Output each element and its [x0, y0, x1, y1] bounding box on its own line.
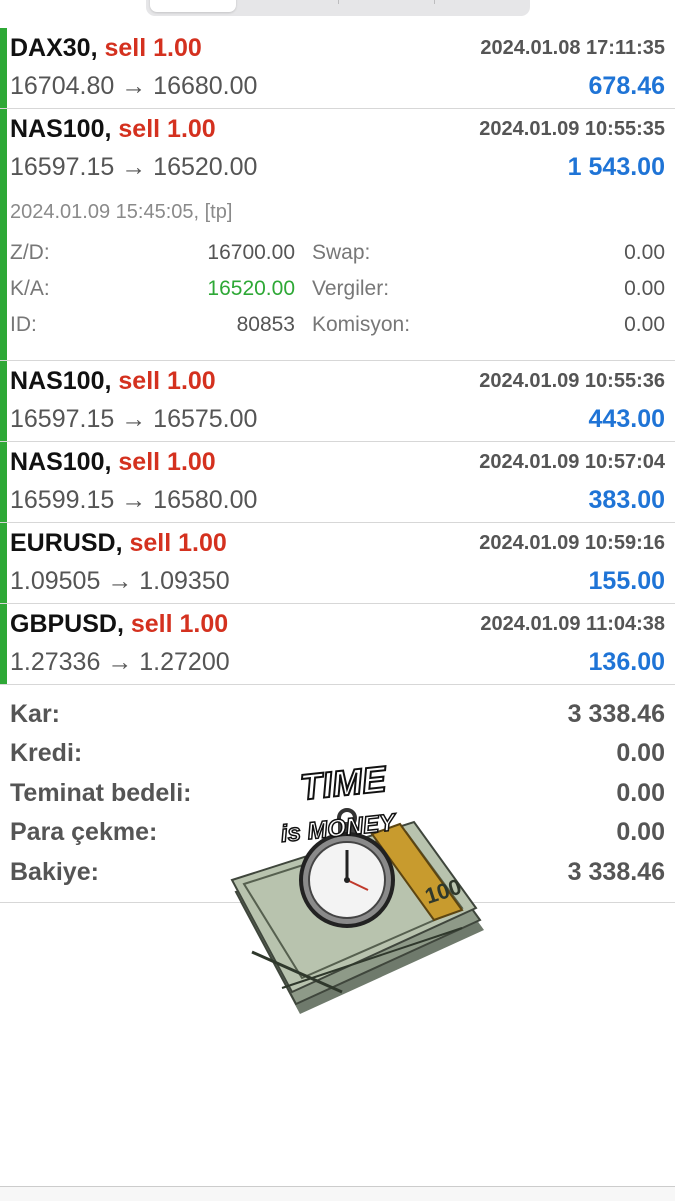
close-time: 2024.01.09 15:45:05, [tp]	[10, 201, 233, 223]
id-value: 80853	[236, 313, 295, 336]
trade-datetime: 2024.01.09 10:55:35	[479, 118, 665, 140]
position-indicator	[0, 442, 7, 522]
trade-prices: 16597.15 → 16520.00	[10, 153, 258, 181]
time-is-money-logo: TIME is MONEY	[279, 757, 399, 849]
summary-value: 0.00	[616, 739, 665, 767]
trade-symbol: EURUSD, sell 1.00	[10, 529, 227, 557]
trade-row[interactable]: GBPUSD, sell 1.00 2024.01.09 11:04:38 1.…	[0, 604, 675, 685]
summary-value: 3 338.46	[567, 700, 665, 728]
stop-loss-value: 16700.00	[207, 241, 295, 264]
position-indicator	[0, 604, 7, 684]
swap-value: 0.00	[624, 241, 665, 264]
trade-datetime: 2024.01.08 17:11:35	[480, 37, 665, 59]
trade-symbol: NAS100, sell 1.00	[10, 367, 216, 395]
trade-symbol: NAS100, sell 1.00	[10, 115, 216, 143]
trade-symbol: GBPUSD, sell 1.00	[10, 610, 229, 638]
position-indicator	[0, 28, 7, 108]
trade-datetime: 2024.01.09 10:55:36	[479, 370, 665, 392]
commission-value: 0.00	[624, 313, 665, 336]
summary-value: 3 338.46	[567, 858, 665, 886]
trade-datetime: 2024.01.09 10:59:16	[479, 532, 665, 554]
trade-row[interactable]: NAS100, sell 1.00 2024.01.09 10:55:36 16…	[0, 361, 675, 442]
taxes-label: Vergiler:	[312, 277, 390, 300]
swap-label: Swap:	[312, 241, 371, 264]
stop-loss-label: Z/D:	[10, 241, 50, 264]
trade-profit: 678.46	[588, 72, 665, 100]
trade-side: sell 1.00	[129, 529, 227, 557]
summary-label: Para çekme:	[10, 818, 158, 846]
summary-label: Kredi:	[10, 739, 83, 767]
trade-profit: 443.00	[588, 405, 665, 433]
trade-profit: 136.00	[588, 648, 665, 676]
trade-prices: 1.09505 → 1.09350	[10, 567, 230, 595]
trade-details: 2024.01.09 15:45:05, [tp] Z/D: 16700.00 …	[0, 190, 675, 360]
taxes-value: 0.00	[624, 277, 665, 300]
bottom-tab-bar[interactable]	[0, 1186, 675, 1201]
segment-divider	[338, 0, 339, 4]
trade-datetime: 2024.01.09 10:57:04	[479, 451, 665, 473]
time-is-money-sticker: 100 TIME is MONEY	[230, 757, 484, 1014]
trade-prices: 16597.15 → 16575.00	[10, 405, 258, 433]
segment-divider	[434, 0, 435, 4]
trade-profit: 1 543.00	[567, 153, 665, 181]
trade-row[interactable]: EURUSD, sell 1.00 2024.01.09 10:59:16 1.…	[0, 523, 675, 604]
summary-label: Bakiye:	[10, 858, 99, 886]
logo-line1: TIME	[298, 758, 389, 808]
summary-value: 0.00	[616, 818, 665, 846]
trade-side: sell 1.00	[118, 448, 216, 476]
summary-row-profit: Kar: 3 338.46	[10, 700, 665, 736]
trade-profit: 155.00	[588, 567, 665, 595]
top-toolbar	[0, 0, 675, 30]
summary-value: 0.00	[616, 779, 665, 807]
trade-side: sell 1.00	[104, 34, 202, 62]
commission-label: Komisyon:	[312, 313, 411, 336]
summary-label: Teminat bedeli:	[10, 779, 192, 807]
detail-row: K/A: 16520.00 Vergiler: 0.00	[0, 277, 675, 311]
take-profit-label: K/A:	[10, 277, 50, 300]
trade-side: sell 1.00	[118, 367, 216, 395]
detail-row: Z/D: 16700.00 Swap: 0.00	[0, 241, 675, 275]
trade-profit: 383.00	[588, 486, 665, 514]
trade-side: sell 1.00	[118, 115, 216, 143]
trade-prices: 1.27336 → 1.27200	[10, 648, 230, 676]
segmented-control[interactable]	[146, 0, 530, 16]
take-profit-value: 16520.00	[207, 277, 295, 300]
position-indicator	[0, 361, 7, 441]
position-indicator	[0, 523, 7, 603]
trade-row[interactable]: NAS100, sell 1.00 2024.01.09 10:57:04 16…	[0, 442, 675, 523]
detail-row: ID: 80853 Komisyon: 0.00	[0, 313, 675, 347]
trade-row-expanded[interactable]: NAS100, sell 1.00 2024.01.09 10:55:35 16…	[0, 109, 675, 361]
trade-side: sell 1.00	[130, 610, 229, 638]
trade-symbol: NAS100, sell 1.00	[10, 448, 216, 476]
trade-symbol: DAX30, sell 1.00	[10, 34, 202, 62]
trade-prices: 16704.80 → 16680.00	[10, 72, 258, 100]
trade-datetime: 2024.01.09 11:04:38	[480, 613, 665, 635]
segment-active[interactable]	[150, 0, 236, 12]
trade-row[interactable]: DAX30, sell 1.00 2024.01.08 17:11:35 167…	[0, 28, 675, 109]
id-label: ID:	[10, 313, 37, 336]
trade-prices: 16599.15 → 16580.00	[10, 486, 258, 514]
summary-label: Kar:	[10, 700, 61, 728]
